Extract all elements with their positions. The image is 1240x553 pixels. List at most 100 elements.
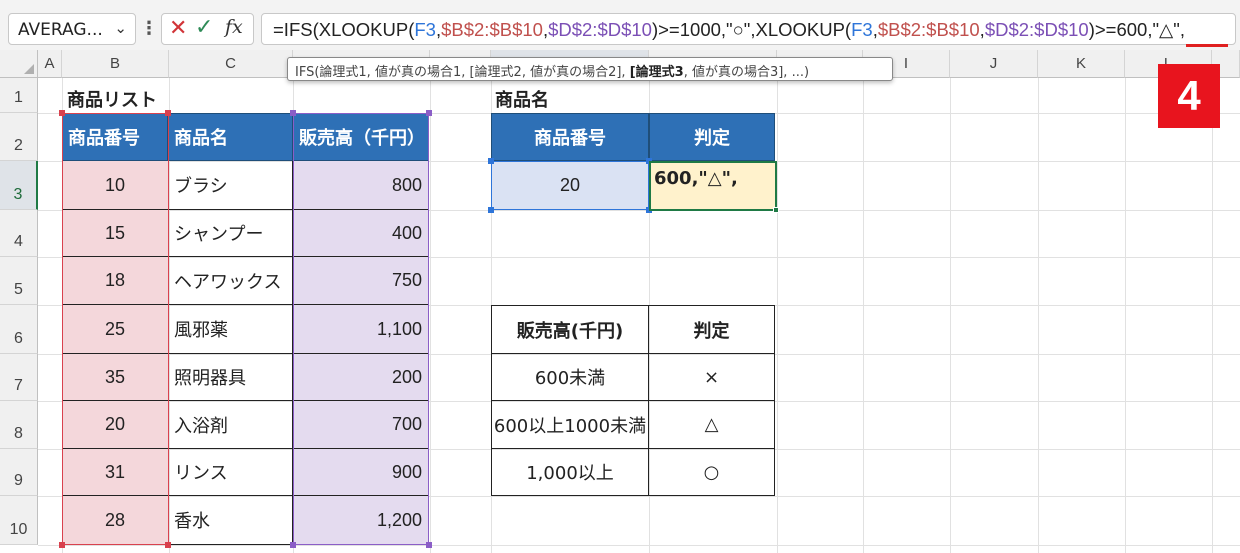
lookup-header-judgement[interactable]: 判定 [649, 113, 775, 161]
formula-token: F3 [414, 19, 436, 40]
tooltip-suffix: , 値が真の場合3], ...) [683, 65, 810, 80]
criteria-judgement[interactable]: △ [648, 400, 775, 449]
cell-product-name[interactable]: 入浴剤 [169, 401, 293, 449]
cell-product-number[interactable]: 20 [62, 401, 169, 449]
cell-product-number[interactable]: 18 [62, 257, 169, 305]
more-options-icon[interactable]: ⋮ [140, 13, 158, 45]
cell-product-name[interactable]: シャンプー [169, 210, 293, 257]
gridline-vertical [1038, 78, 1039, 553]
cell-sales[interactable]: 900 [293, 449, 429, 496]
column-header-b[interactable]: B [62, 50, 169, 78]
cell-sales[interactable]: 1,100 [293, 305, 429, 354]
criteria-sales-range[interactable]: 1,000以上 [491, 448, 649, 496]
criteria-header-sales[interactable]: 販売高(千円) [491, 305, 649, 354]
name-box-value: AVERAG... [18, 20, 103, 40]
row-header-6[interactable]: 6 [0, 305, 38, 354]
column-header-c[interactable]: C [169, 50, 293, 78]
col-header-product-name[interactable]: 商品名 [168, 113, 293, 161]
criteria-header-judgement[interactable]: 判定 [648, 305, 775, 354]
criteria-sales-range[interactable]: 600以上1000未満 [491, 400, 649, 449]
cell-product-name[interactable]: 香水 [169, 496, 293, 545]
row-header-7[interactable]: 7 [0, 354, 38, 401]
row-header-1[interactable]: 1 [0, 78, 38, 113]
gridline-horizontal [38, 545, 1240, 546]
formula-underline-marker [1186, 44, 1228, 47]
range-handle[interactable] [165, 542, 171, 548]
column-header-j[interactable]: J [950, 50, 1038, 78]
cancel-icon[interactable]: ✕ [169, 16, 187, 41]
range-handle[interactable] [59, 542, 65, 548]
cell-sales[interactable]: 750 [293, 257, 429, 305]
column-header-a[interactable]: A [38, 50, 62, 78]
formula-token: )>=1000,"○",XLOOKUP( [651, 19, 852, 40]
range-handle[interactable] [59, 110, 65, 116]
row-header-10[interactable]: 10 [0, 496, 38, 545]
gridline-vertical [1212, 78, 1213, 553]
row-header-8[interactable]: 8 [0, 401, 38, 449]
lookup-title: 商品名 [495, 90, 549, 111]
active-cell-edit-text: 600,"△", [654, 168, 738, 189]
row-header-3[interactable]: 3 [0, 161, 38, 210]
formula-token: $D$2:$D$10 [984, 19, 1089, 40]
range-handle[interactable] [488, 158, 494, 164]
product-list-title: 商品リスト [67, 90, 157, 111]
criteria-judgement[interactable]: ○ [648, 448, 775, 496]
tooltip-current-arg: [論理式3 [629, 65, 684, 80]
cell-sales[interactable]: 200 [293, 354, 429, 401]
row-header-9[interactable]: 9 [0, 449, 38, 496]
gridline-vertical [1125, 78, 1126, 553]
formula-token: $B$2:$B$10 [877, 19, 980, 40]
cell-product-number[interactable]: 10 [62, 161, 169, 210]
formula-token: )>=600,"△", [1088, 19, 1185, 40]
select-all-triangle-icon [24, 64, 34, 74]
row-header-5[interactable]: 5 [0, 257, 38, 305]
cell-product-name[interactable]: 照明器具 [169, 354, 293, 401]
chevron-down-icon[interactable]: ⌄ [114, 19, 127, 37]
formula-token: =IFS(XLOOKUP( [273, 19, 415, 40]
fill-handle[interactable] [773, 207, 779, 213]
cell-sales[interactable]: 400 [293, 210, 429, 257]
column-header-k[interactable]: K [1038, 50, 1125, 78]
cell-product-name[interactable]: 風邪薬 [169, 305, 293, 354]
function-tooltip[interactable]: IFS(論理式1, 値が真の場合1, [論理式2, 値が真の場合2], [論理式… [287, 57, 893, 81]
cell-product-number[interactable]: 31 [62, 449, 169, 496]
gridline-vertical [430, 78, 431, 553]
cell-product-number[interactable]: 28 [62, 496, 169, 545]
name-box[interactable]: AVERAG... ⌄ [8, 13, 136, 45]
range-handle[interactable] [290, 542, 296, 548]
range-handle[interactable] [426, 110, 432, 116]
cell-product-name[interactable]: ブラシ [169, 161, 293, 210]
col-header-sales[interactable]: 販売高（千円） [293, 113, 429, 161]
cell-sales[interactable]: 1,200 [293, 496, 429, 545]
active-cell-judgement[interactable]: 600,"△", [649, 161, 777, 211]
insert-function-icon[interactable]: fx [225, 16, 243, 38]
col-header-product-number[interactable]: 商品番号 [62, 113, 168, 161]
formula-input[interactable]: =IFS(XLOOKUP(F3,$B$2:$B$10,$D$2:$D$10)>=… [261, 13, 1236, 45]
enter-check-icon[interactable]: ✓ [195, 15, 213, 40]
cell-product-number[interactable]: 35 [62, 354, 169, 401]
lookup-header-product-number[interactable]: 商品番号 [491, 113, 649, 161]
row-header-2[interactable]: 2 [0, 113, 38, 161]
range-handle[interactable] [488, 207, 494, 213]
formula-buttons: ✕ ✓ fx [161, 13, 254, 45]
cell-product-number[interactable]: 15 [62, 210, 169, 257]
lookup-product-number-cell[interactable]: 20 [491, 161, 649, 210]
formula-token: F3 [851, 19, 873, 40]
cell-sales[interactable]: 800 [293, 161, 429, 210]
range-handle[interactable] [290, 110, 296, 116]
gridline-vertical [863, 78, 864, 553]
criteria-judgement[interactable]: × [648, 353, 775, 401]
range-handle[interactable] [426, 542, 432, 548]
gridline-vertical [777, 78, 778, 553]
range-handle[interactable] [165, 110, 171, 116]
cell-product-name[interactable]: リンス [169, 449, 293, 496]
cell-product-number[interactable]: 25 [62, 305, 169, 354]
row-header-4[interactable]: 4 [0, 210, 38, 257]
gridline-vertical [950, 78, 951, 553]
tooltip-prefix: IFS(論理式1, 値が真の場合1, [論理式2, 値が真の場合2], [295, 65, 630, 80]
cell-sales[interactable]: 700 [293, 401, 429, 449]
criteria-sales-range[interactable]: 600未満 [491, 353, 649, 401]
formula-token: $D$2:$D$10 [548, 19, 652, 40]
step-badge: 4 [1158, 64, 1220, 128]
cell-product-name[interactable]: ヘアワックス [169, 257, 293, 305]
